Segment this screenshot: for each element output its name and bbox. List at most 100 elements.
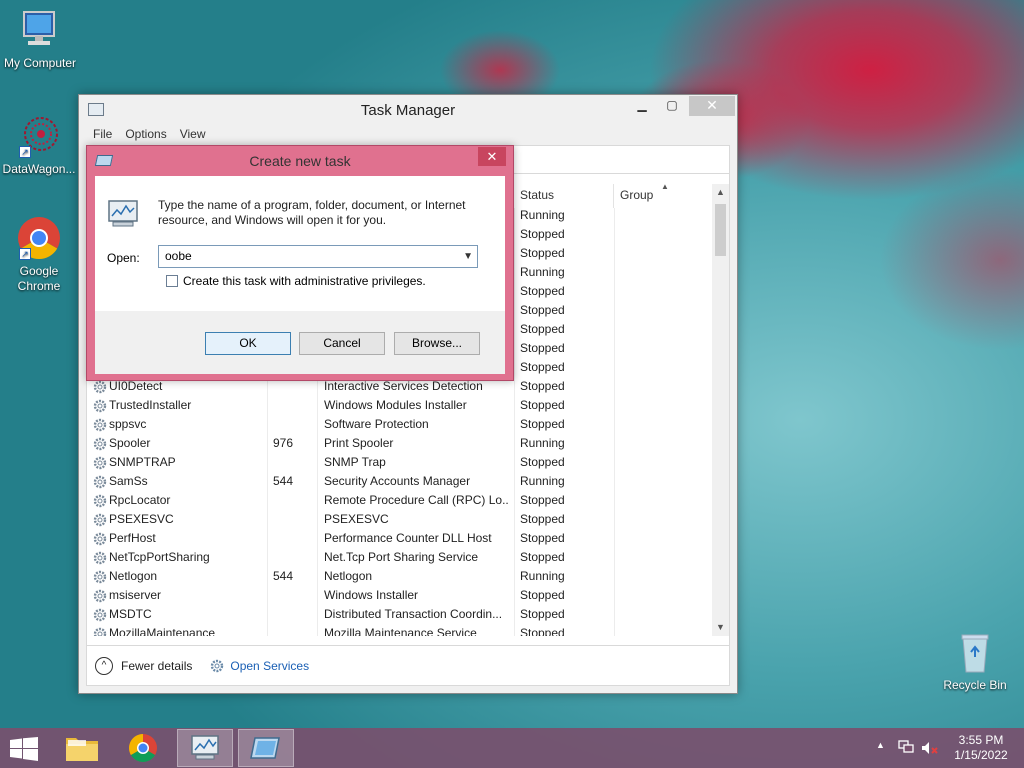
network-icon[interactable] — [898, 740, 914, 754]
ok-button[interactable]: OK — [205, 332, 291, 355]
service-name: MSDTC — [109, 607, 152, 621]
column-header-group-label: Group — [620, 188, 654, 202]
service-name: RpcLocator — [109, 493, 171, 507]
service-description: Performance Counter DLL Host — [324, 531, 492, 545]
service-name: Spooler — [109, 436, 151, 450]
open-combobox-value: oobe — [165, 249, 192, 263]
desktop-icon-recycle-bin[interactable]: Recycle Bin — [935, 630, 1015, 693]
system-clock[interactable]: 3:55 PM 1/15/2022 — [948, 733, 1014, 763]
scroll-up-arrow-icon[interactable]: ▲ — [712, 184, 729, 201]
service-name: NetTcpPortSharing — [109, 550, 210, 564]
admin-privileges-checkbox[interactable] — [166, 275, 178, 287]
service-gear-icon — [93, 456, 107, 470]
scroll-down-arrow-icon[interactable]: ▼ — [712, 619, 729, 636]
service-status: Stopped — [520, 379, 565, 393]
table-row[interactable]: MozillaMaintenance Mozilla Maintenance S… — [87, 624, 715, 636]
table-row[interactable]: msiserver Windows Installer Stopped — [87, 586, 715, 605]
chrome-icon — [129, 734, 157, 762]
taskbar-run-dialog[interactable] — [238, 729, 294, 767]
fewer-details-button[interactable]: ^ Fewer details — [95, 656, 193, 675]
dialog-close-button[interactable]: ✕ — [478, 147, 506, 166]
scroll-thumb[interactable] — [715, 204, 726, 256]
taskbar-chrome[interactable] — [115, 729, 171, 767]
service-gear-icon — [93, 475, 107, 489]
service-description: SNMP Trap — [324, 455, 386, 469]
service-description: Distributed Transaction Coordin... — [324, 607, 503, 621]
service-name: SNMPTRAP — [109, 455, 176, 469]
minimize-button[interactable]: ▁ — [629, 96, 655, 116]
service-status: Stopped — [520, 455, 565, 469]
service-gear-icon — [93, 399, 107, 413]
table-row[interactable]: sppsvc Software Protection Stopped — [87, 415, 715, 434]
volume-muted-icon[interactable] — [921, 740, 939, 756]
browse-button[interactable]: Browse... — [394, 332, 480, 355]
desktop-icon-label: Google Chrome — [17, 264, 61, 293]
service-status: Stopped — [520, 607, 565, 621]
desktop-icon-google-chrome[interactable]: ↗ Google Chrome — [0, 216, 79, 294]
task-manager-footer: ^ Fewer details Open Services — [87, 645, 729, 685]
service-gear-icon — [93, 494, 107, 508]
service-name: PSEXESVC — [109, 512, 174, 526]
open-combobox[interactable]: oobe ▼ — [158, 245, 478, 268]
windows-logo-icon — [10, 737, 38, 761]
service-description: Print Spooler — [324, 436, 394, 450]
service-pid: 544 — [273, 474, 294, 488]
table-row[interactable]: Netlogon 544 Netlogon Running — [87, 567, 715, 586]
run-dialog-icon — [250, 737, 280, 759]
table-row[interactable]: NetTcpPortSharing Net.Tcp Port Sharing S… — [87, 548, 715, 567]
menu-options[interactable]: Options — [125, 127, 166, 141]
table-row[interactable]: MSDTC Distributed Transaction Coordin...… — [87, 605, 715, 624]
create-new-task-dialog: Create new task ✕ Type the name of a pro… — [86, 145, 514, 381]
status-cell: Stopped — [520, 227, 565, 241]
status-cell: Stopped — [520, 360, 565, 374]
column-header-status[interactable]: Status — [514, 184, 614, 208]
service-name: UI0Detect — [109, 379, 163, 393]
service-gear-icon — [93, 418, 107, 432]
desktop-icon-label: DataWagon... — [2, 162, 76, 176]
maximize-button[interactable]: ▢ — [659, 96, 685, 116]
service-name: MozillaMaintenance — [109, 626, 216, 636]
menu-view[interactable]: View — [180, 127, 206, 141]
open-services-link[interactable]: Open Services — [210, 659, 309, 673]
service-gear-icon — [93, 627, 107, 636]
dialog-title[interactable]: Create new task — [87, 153, 513, 169]
chevron-down-icon[interactable]: ▼ — [463, 246, 473, 267]
admin-privileges-label: Create this task with administrative pri… — [183, 274, 426, 288]
service-gear-icon — [93, 589, 107, 603]
admin-privileges-option[interactable]: Create this task with administrative pri… — [166, 274, 426, 288]
service-description: Mozilla Maintenance Service — [324, 626, 477, 636]
show-hidden-icons-icon[interactable]: ▲ — [876, 740, 885, 750]
table-row[interactable]: PerfHost Performance Counter DLL Host St… — [87, 529, 715, 548]
shortcut-arrow-icon: ↗ — [19, 248, 31, 260]
service-name: sppsvc — [109, 417, 147, 431]
table-row[interactable]: TrustedInstaller Windows Modules Install… — [87, 396, 715, 415]
table-row[interactable]: Spooler 976 Print Spooler Running — [87, 434, 715, 453]
taskbar-task-manager[interactable] — [177, 729, 233, 767]
desktop-icon-my-computer[interactable]: My Computer — [0, 8, 80, 71]
service-description: Software Protection — [324, 417, 429, 431]
service-status: Stopped — [520, 588, 565, 602]
dialog-content: Type the name of a program, folder, docu… — [95, 176, 505, 374]
task-manager-titlebar[interactable]: Task Manager ▁ ▢ ✕ — [79, 95, 737, 123]
open-label: Open: — [107, 251, 140, 265]
service-description: Net.Tcp Port Sharing Service — [324, 550, 479, 564]
start-button[interactable] — [0, 729, 48, 767]
service-gear-icon — [93, 608, 107, 622]
dialog-message: Type the name of a program, folder, docu… — [158, 198, 466, 227]
close-button[interactable]: ✕ — [689, 96, 735, 116]
desktop-icon-datawagon[interactable]: ↗ DataWagon... — [0, 114, 79, 177]
vertical-scrollbar[interactable]: ▲ ▼ — [712, 184, 729, 636]
table-row[interactable]: RpcLocator Remote Procedure Call (RPC) L… — [87, 491, 715, 510]
table-row[interactable]: SNMPTRAP SNMP Trap Stopped — [87, 453, 715, 472]
cancel-button[interactable]: Cancel — [299, 332, 385, 355]
table-row[interactable]: SamSs 544 Security Accounts Manager Runn… — [87, 472, 715, 491]
service-status: Running — [520, 569, 565, 583]
menu-file[interactable]: File — [93, 127, 112, 141]
taskbar-file-explorer[interactable] — [54, 729, 110, 767]
service-pid: 976 — [273, 436, 294, 450]
service-description: PSEXESVC — [324, 512, 389, 526]
fewer-details-label: Fewer details — [121, 658, 193, 673]
status-cell: Stopped — [520, 246, 565, 260]
table-row[interactable]: PSEXESVC PSEXESVC Stopped — [87, 510, 715, 529]
status-cell: Stopped — [520, 303, 565, 317]
